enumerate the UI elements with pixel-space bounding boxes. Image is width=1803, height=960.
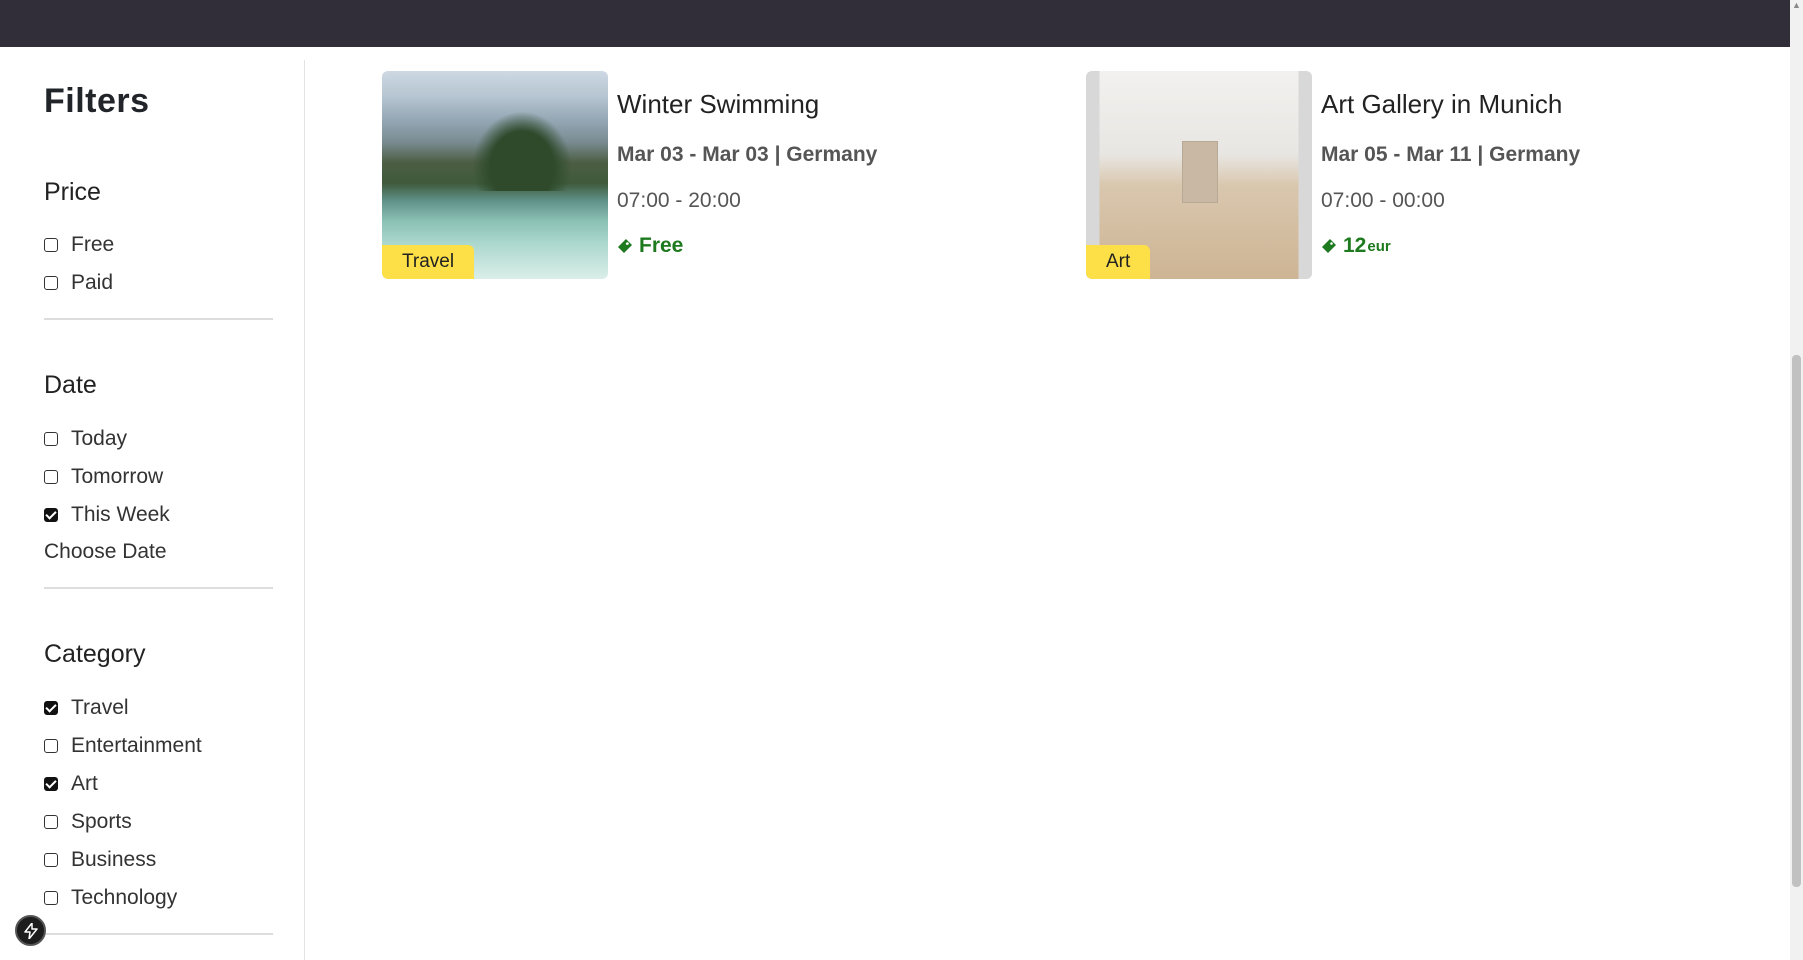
scrollbar-thumb[interactable] (1792, 355, 1801, 887)
event-card[interactable]: Art Art Gallery in Munich Mar 05 - Mar 1… (1086, 71, 1646, 279)
filter-label: Business (71, 848, 157, 871)
filter-category-travel[interactable]: Travel (44, 696, 129, 720)
category-tag: Art (1086, 245, 1151, 279)
checkbox[interactable] (44, 701, 58, 715)
filter-label: This Week (71, 503, 170, 526)
event-title[interactable]: Winter Swimming (617, 89, 819, 120)
top-navbar (0, 0, 1803, 47)
choose-date-link[interactable]: Choose Date (44, 540, 167, 564)
category-section-title: Category (44, 640, 146, 668)
checkbox[interactable] (44, 238, 58, 252)
filter-label: Sports (71, 810, 132, 833)
gallery-hallway-image[interactable]: Art (1086, 71, 1312, 279)
filter-date-today[interactable]: Today (44, 427, 127, 451)
checkbox[interactable] (44, 276, 58, 290)
divider (44, 318, 273, 320)
checkbox[interactable] (44, 777, 58, 791)
price-value: 12 (1343, 234, 1367, 257)
divider (44, 933, 273, 935)
filters-title: Filters (44, 82, 150, 120)
filter-category-technology[interactable]: Technology (44, 886, 177, 910)
price-value: Free (639, 234, 684, 257)
divider (44, 587, 273, 589)
filter-category-business[interactable]: Business (44, 848, 156, 872)
checkbox[interactable] (44, 739, 58, 753)
checkbox[interactable] (44, 853, 58, 867)
scrollbar[interactable]: ▲ (1790, 0, 1803, 960)
filter-label: Today (71, 427, 128, 450)
filter-category-sports[interactable]: Sports (44, 810, 132, 834)
event-title[interactable]: Art Gallery in Munich (1321, 89, 1562, 120)
event-dates: Mar 05 - Mar 11 | Germany (1321, 143, 1581, 166)
checkbox[interactable] (44, 508, 58, 522)
filter-category-art[interactable]: Art (44, 772, 98, 796)
lake-mountains-image[interactable]: Travel (382, 71, 608, 279)
date-section-title: Date (44, 371, 97, 399)
scroll-up-arrow-icon[interactable]: ▲ (1792, 0, 1801, 10)
filter-date-this-week[interactable]: This Week (44, 503, 170, 527)
checkbox[interactable] (44, 470, 58, 484)
filter-label: Technology (71, 886, 178, 909)
category-tag: Travel (382, 245, 475, 279)
event-time: 07:00 - 00:00 (1321, 189, 1445, 212)
ticket-icon (618, 239, 632, 253)
bolt-icon[interactable] (15, 915, 46, 946)
event-price: Free (617, 234, 684, 258)
event-dates: Mar 03 - Mar 03 | Germany (617, 143, 878, 166)
filter-label: Paid (71, 271, 114, 294)
filter-date-tomorrow[interactable]: Tomorrow (44, 465, 163, 489)
checkbox[interactable] (44, 891, 58, 905)
filter-label: Tomorrow (71, 465, 164, 488)
ticket-icon (1322, 239, 1336, 253)
filter-label: Entertainment (71, 734, 202, 757)
checkbox[interactable] (44, 815, 58, 829)
price-currency: eur (1367, 237, 1391, 255)
event-price: 12 eur (1321, 234, 1391, 258)
event-card[interactable]: Travel Winter Swimming Mar 03 - Mar 03 |… (382, 71, 942, 279)
filter-category-entertainment[interactable]: Entertainment (44, 734, 202, 758)
event-time: 07:00 - 20:00 (617, 189, 741, 212)
filter-label: Art (71, 772, 98, 795)
filter-price-free[interactable]: Free (44, 233, 114, 257)
checkbox[interactable] (44, 432, 58, 446)
filter-price-paid[interactable]: Paid (44, 271, 113, 295)
filter-label: Travel (71, 696, 129, 719)
filter-label: Free (71, 233, 115, 256)
price-section-title: Price (44, 178, 101, 206)
